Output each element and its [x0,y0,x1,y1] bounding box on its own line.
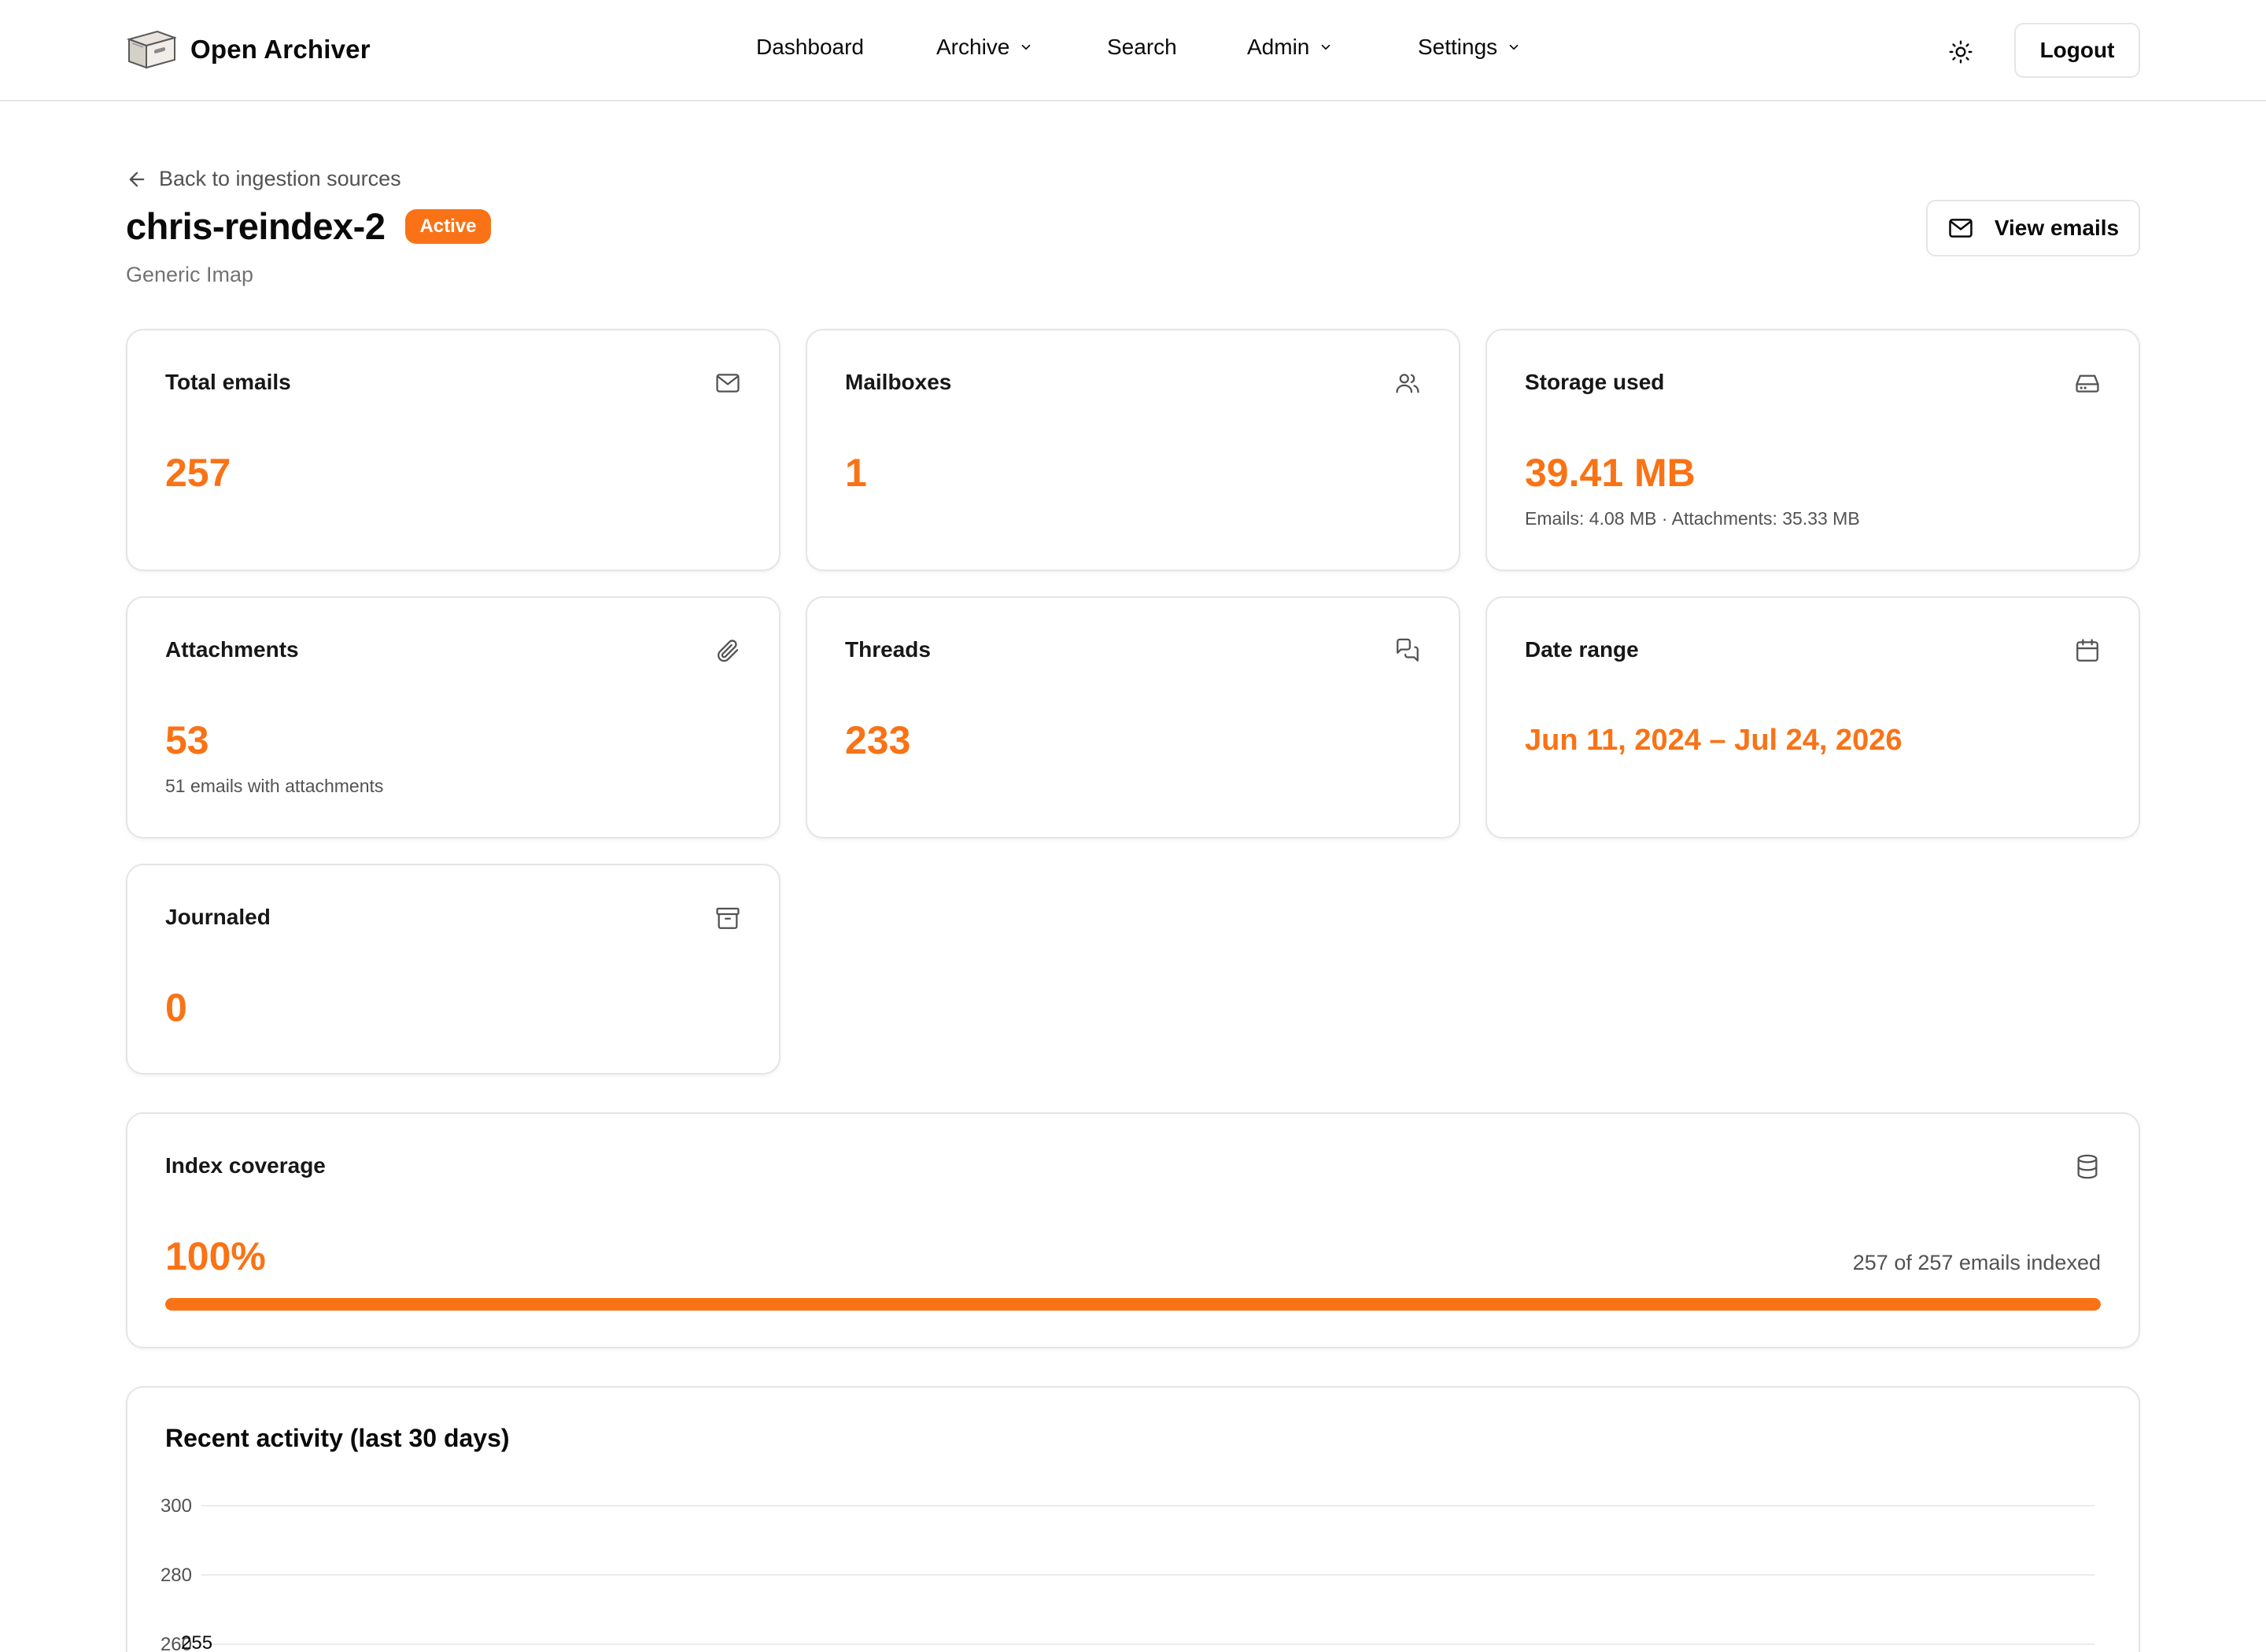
y-tick-label: 280 [161,1565,192,1586]
coverage-progress-bar [165,1298,2101,1311]
data-point-label: 255 [181,1632,212,1652]
y-tick-label: 300 [161,1495,192,1517]
chevron-down-icon [1509,44,1519,50]
coverage-value: 100% [165,1234,266,1278]
theme-toggle-button[interactable] [1945,36,1976,68]
nav-admin-label: Admin [1247,35,1310,59]
arrow-left-icon [129,171,145,186]
chevron-down-icon [1322,44,1330,50]
title-row: chris-reindex-2 Active [126,205,491,248]
stat-label: Date range [1525,637,1639,662]
stat-subtext: Emails: 4.08 MB · Attachments: 35.33 MB [1525,508,1860,529]
back-to-sources-link[interactable]: Back to ingestion sources [126,167,401,191]
paperclip-icon [718,640,739,662]
stat-value: 53 [165,718,209,762]
recent-activity-card: Recent activity (last 30 days) 300 280 260… [126,1386,2140,1652]
nav-dashboard[interactable]: Dashboard [756,35,864,60]
stat-label: Storage used [1525,370,1665,394]
stat-card-threads: Threads 233 [806,596,1460,839]
calendar-icon [2076,639,2098,662]
mail-icon [716,374,740,393]
stat-card-attachments: Attachments 53 51 emails with attachment… [126,596,781,839]
nav-admin[interactable]: Admin [1247,35,1333,60]
stat-card-date-range: Date range Jun 11, 2024 – Jul 24, 2026 [1485,596,2140,839]
chevron-down-icon [1022,44,1031,50]
nav-dashboard-label: Dashboard [756,35,864,59]
messages-icon [1397,638,1419,662]
stat-value: Jun 11, 2024 – Jul 24, 2026 [1525,724,1902,757]
coverage-note: 257 of 257 emails indexed [1852,1251,2101,1274]
coverage-label: Index coverage [165,1153,326,1178]
stat-value: 0 [165,986,187,1030]
stat-label: Threads [845,637,931,662]
stat-value: 1 [845,451,867,495]
archive-box-logo-icon [126,30,176,69]
stat-card-storage-used: Storage used 39.41 MB Emails: 4.08 MB · … [1485,329,2140,571]
nav-search-label: Search [1107,35,1177,59]
archive-icon [716,907,740,929]
stat-card-journaled: Journaled 0 [126,864,781,1075]
top-navigation-bar: Open Archiver Dashboard Archive Search A… [0,0,2266,101]
stat-label: Attachments [165,637,299,662]
users-icon [1396,374,1419,393]
view-emails-button[interactable]: View emails [1926,200,2140,256]
view-emails-label: View emails [1994,216,2120,240]
hard-drive-icon [2076,374,2099,393]
index-coverage-card: Index coverage 100% 257 of 257 emails in… [126,1112,2140,1348]
stat-value: 257 [165,451,231,495]
stat-label: Mailboxes [845,370,952,394]
stat-card-mailboxes: Mailboxes 1 [806,329,1460,571]
coverage-progress-fill [165,1298,2101,1311]
stat-subtext: 51 emails with attachments [165,776,384,796]
stat-value: 39.41 MB [1525,451,1696,495]
stat-label: Total emails [165,370,291,394]
nav-archive-label: Archive [936,35,1010,59]
stat-value: 233 [845,718,911,762]
nav-archive[interactable]: Archive [936,35,1033,60]
back-link-label: Back to ingestion sources [159,167,401,190]
app-name: Open Archiver [190,35,371,64]
nav-search[interactable]: Search [1107,35,1177,60]
page-title: chris-reindex-2 [126,205,386,247]
stat-label: Journaled [165,905,271,929]
sun-icon [1949,40,1973,64]
brand[interactable]: Open Archiver [126,28,371,71]
logout-button[interactable]: Logout [2014,23,2140,78]
stat-card-total-emails: Total emails 257 [126,329,781,571]
nav-settings-label: Settings [1418,35,1498,59]
activity-line-chart: 300280260255 [161,1495,2094,1652]
mail-icon [1949,219,1973,238]
nav-settings[interactable]: Settings [1418,35,1521,60]
source-type-subtitle: Generic Imap [126,263,254,286]
status-badge: Active [405,208,491,244]
database-icon [2077,1154,2098,1179]
